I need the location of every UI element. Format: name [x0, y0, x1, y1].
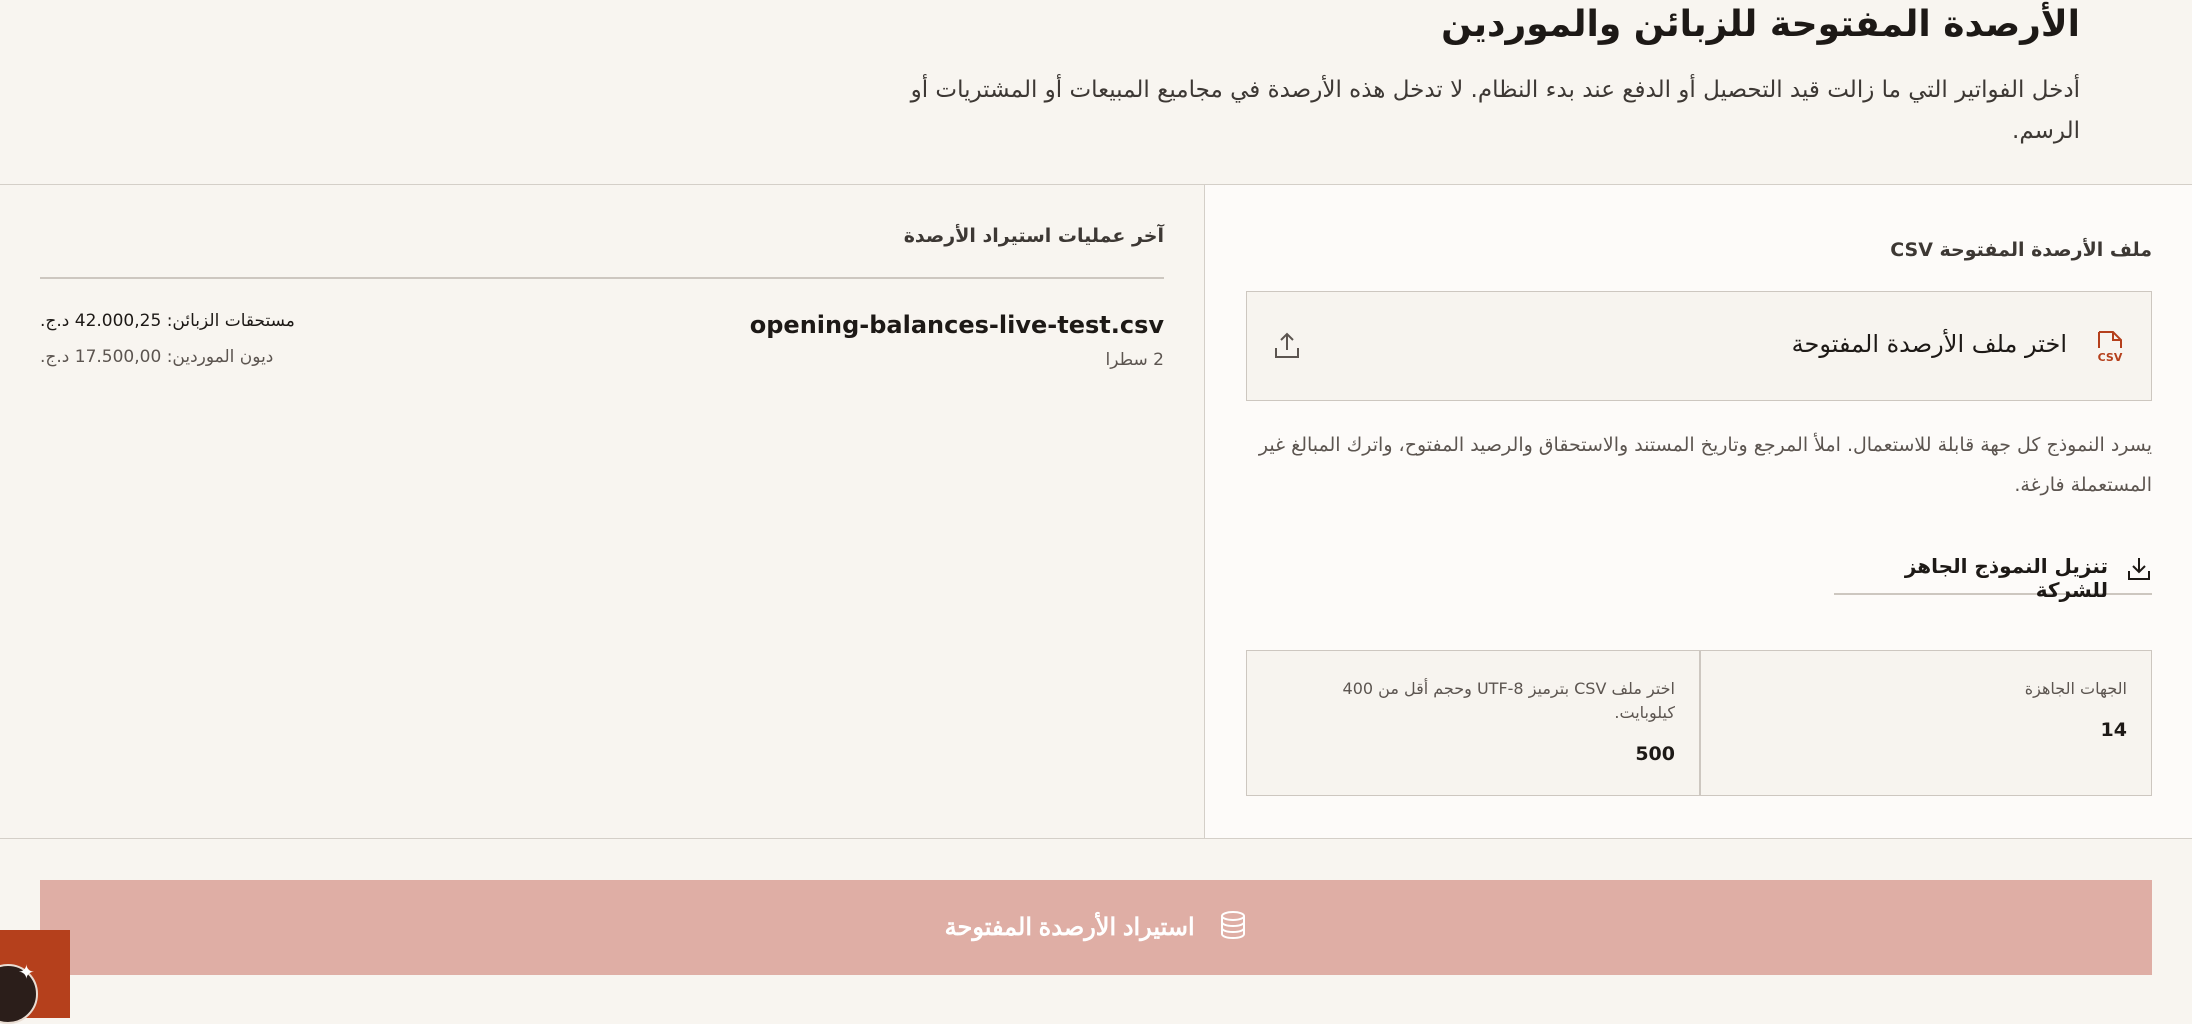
file-limit-value: 500: [1635, 743, 1675, 765]
history-divider: [40, 277, 1164, 279]
page-header: الأرصدة المفتوحة للزبائن والموردين أدخل …: [0, 0, 2192, 185]
upload-section-label: ملف الأرصدة المفتوحة CSV: [1890, 239, 2152, 261]
file-limit-label: اختر ملف CSV بترميز UTF-8 وحجم أقل من 40…: [1342, 679, 1675, 722]
panel-divider: [1204, 185, 1205, 838]
help-text: يسرد النموذج كل جهة قابلة للاستعمال. امل…: [1258, 434, 2152, 496]
csv-file-icon: CSV: [2095, 330, 2125, 368]
import-balances-button[interactable]: استيراد الأرصدة المفتوحة: [40, 880, 2152, 975]
download-template-link[interactable]: تنزيل النموذج الجاهز للشركة: [1834, 543, 2152, 602]
history-title: آخر عمليات استيراد الأرصدة: [903, 225, 1164, 247]
page-description: أدخل الفواتير التي ما زالت قيد التحصيل أ…: [910, 77, 2080, 144]
page-title: الأرصدة المفتوحة للزبائن والموردين: [1441, 4, 2080, 45]
import-row-count: 2 سطرا: [1105, 350, 1164, 370]
ready-parties-value: 14: [2100, 719, 2127, 741]
sparkle-icon: ✦: [18, 960, 35, 984]
ready-parties-label: الجهات الجاهزة: [2024, 679, 2127, 698]
file-picker-label: اختر ملف الأرصدة المفتوحة: [1791, 330, 2067, 358]
section-divider: [0, 838, 2192, 839]
import-file-name: opening-balances-live-test.csv: [749, 311, 1164, 339]
payables-total: ديون الموردين: 17.500,00 د.ج.: [40, 347, 274, 367]
download-template-label: تنزيل النموذج الجاهز للشركة: [1904, 554, 2108, 602]
assistant-button[interactable]: ✦: [0, 930, 70, 1024]
upload-icon: [1273, 330, 1301, 364]
history-panel: آخر عمليات استيراد الأرصدة opening-balan…: [0, 185, 1204, 838]
upload-panel: ملف الأرصدة المفتوحة CSV CSV اختر ملف ال…: [1205, 185, 2192, 838]
file-limit-stat: اختر ملف CSV بترميز UTF-8 وحجم أقل من 40…: [1247, 651, 1699, 795]
file-picker[interactable]: CSV اختر ملف الأرصدة المفتوحة: [1246, 291, 2152, 401]
stats-divider: [1699, 651, 1701, 795]
download-icon: [2126, 555, 2152, 585]
receivables-total: مستحقات الزبائن: 42.000,25 د.ج.: [40, 311, 295, 331]
import-button-label: استيراد الأرصدة المفتوحة: [944, 914, 1195, 941]
import-button-content: استيراد الأرصدة المفتوحة: [40, 910, 2152, 942]
svg-text:CSV: CSV: [2098, 351, 2123, 364]
ready-parties-stat: الجهات الجاهزة 14: [1699, 651, 2151, 795]
database-icon: [1221, 911, 1246, 940]
stats-box: الجهات الجاهزة 14 اختر ملف CSV بترميز UT…: [1246, 650, 2152, 796]
